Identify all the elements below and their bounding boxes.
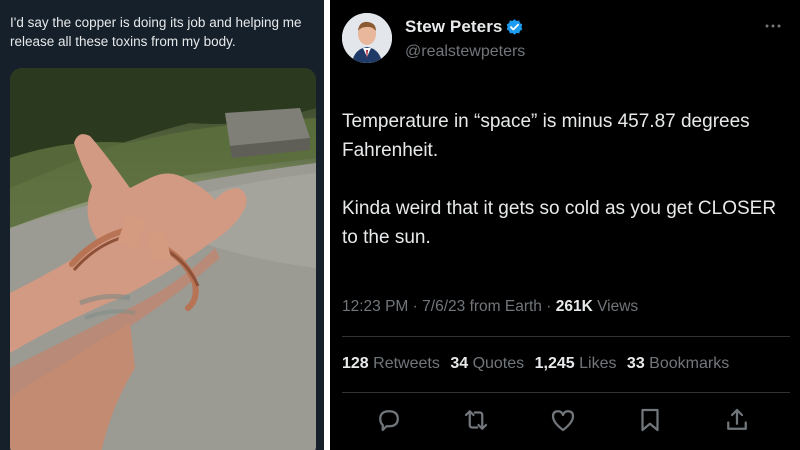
likes-stat[interactable]: 1,245 Likes <box>535 355 617 372</box>
divider-line <box>342 336 790 337</box>
retweets-stat[interactable]: 128 Retweets <box>342 355 440 372</box>
meta-separator: · <box>412 298 423 315</box>
likes-label: Likes <box>579 355 617 372</box>
author-name[interactable]: Stew Peters <box>405 17 502 37</box>
tweet-stats: 128 Retweets 34 Quotes 1,245 Likes 33 Bo… <box>342 355 735 373</box>
more-options-icon[interactable] <box>763 22 783 30</box>
tweet-actions <box>330 405 800 439</box>
views-label: Views <box>597 298 639 315</box>
bookmarks-count: 33 <box>626 355 645 372</box>
tweet-meta: 12:23 PM · 7/6/23 from Earth · 261K View… <box>342 298 638 316</box>
tweet-paragraph: Temperature in “space” is minus 457.87 d… <box>342 111 750 161</box>
post-caption: I'd say the copper is doing its job and … <box>10 15 302 49</box>
avatar[interactable] <box>342 13 392 63</box>
post-photo[interactable] <box>10 68 316 450</box>
tweet-panel: Stew Peters @realstewpeters Temperature … <box>330 0 800 450</box>
share-icon[interactable] <box>722 405 752 435</box>
verified-badge-icon <box>506 19 523 35</box>
left-post-panel: I'd say the copper is doing its job and … <box>0 0 324 450</box>
divider-line <box>342 392 790 393</box>
likes-count: 1,245 <box>534 355 575 372</box>
retweets-label: Retweets <box>373 355 440 372</box>
like-icon[interactable] <box>548 405 578 435</box>
arm-bracelet-photo <box>10 68 316 450</box>
tweet-paragraph: Kinda weird that it gets so cold as you … <box>342 198 777 248</box>
tweet-date[interactable]: 7/6/23 <box>422 298 465 315</box>
quotes-label: Quotes <box>472 355 525 372</box>
retweet-icon[interactable] <box>461 405 491 435</box>
author-handle[interactable]: @realstewpeters <box>405 43 525 61</box>
quotes-stat[interactable]: 34 Quotes <box>450 355 524 372</box>
views-count: 261K <box>555 298 593 315</box>
bookmarks-stat[interactable]: 33 Bookmarks <box>627 355 729 372</box>
bookmarks-label: Bookmarks <box>649 355 730 372</box>
tweet-text: Temperature in “space” is minus 457.87 d… <box>342 107 792 252</box>
quotes-count: 34 <box>450 355 469 372</box>
tweet-time[interactable]: 12:23 PM <box>342 298 408 315</box>
tweet-source: from Earth <box>469 298 542 315</box>
meta-separator: · <box>546 298 556 315</box>
bookmark-icon[interactable] <box>635 405 665 435</box>
avatar-image <box>342 13 392 63</box>
reply-icon[interactable] <box>374 405 404 435</box>
retweets-count: 128 <box>342 355 369 372</box>
